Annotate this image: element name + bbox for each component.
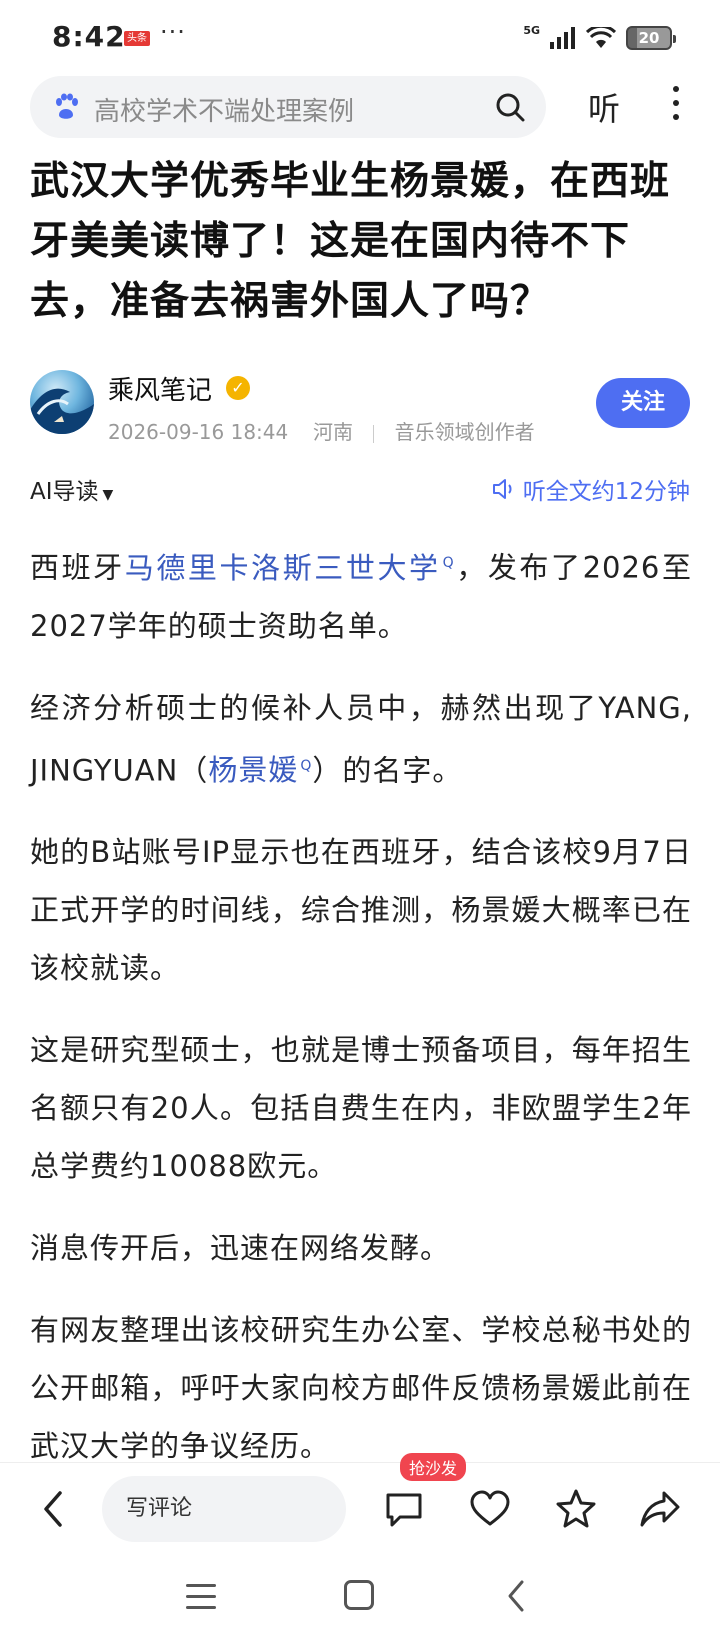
paragraph-text: ）的名字。 [312, 753, 463, 788]
listen-button[interactable]: 听 [588, 84, 620, 130]
paragraph-3: 她的B站账号IP显示也在西班牙，结合该校9月7日正式开学的时间线，综合推测，杨景… [30, 835, 692, 986]
comment-button[interactable] [382, 1487, 426, 1531]
star-icon [556, 1489, 596, 1528]
search-input[interactable]: 高校学术不端处理案例 [30, 76, 546, 138]
status-bar: 8:42 头条 ··· 5G 20 [0, 0, 720, 76]
back-arrow-icon[interactable] [38, 1489, 68, 1529]
avatar[interactable] [30, 370, 94, 434]
more-icon[interactable] [668, 86, 684, 126]
system-back-icon[interactable] [504, 1576, 528, 1616]
paragraph-text: 西班牙 [30, 550, 125, 585]
speaker-icon [492, 479, 512, 499]
author-role: 音乐领域创作者 [394, 420, 535, 444]
publish-datetime: 2026-09-16 18:44 [108, 420, 289, 444]
search-link-icon: Q [442, 555, 455, 571]
search-placeholder: 高校学术不端处理案例 [94, 97, 355, 127]
search-row: 高校学术不端处理案例 听 [0, 76, 720, 138]
like-button[interactable] [468, 1487, 512, 1531]
recent-apps-button[interactable] [186, 1584, 216, 1610]
baidu-paw-icon [56, 93, 78, 119]
ai-guide-label: AI导读 [30, 479, 99, 505]
link-text: 马德里卡洛斯三世大学 [124, 550, 441, 585]
heart-icon [470, 1490, 510, 1526]
paragraph-4: 这是研究型硕士，也就是博士预备项目，每年招生名额只有20人。包括自费生在内，非欧… [30, 1033, 692, 1184]
home-button[interactable] [344, 1580, 374, 1610]
app-badge: 头条 [124, 31, 150, 46]
author-meta: 2026-09-16 18:44 河南 音乐领域创作者 [108, 416, 535, 445]
favorite-button[interactable] [554, 1487, 598, 1531]
status-indicators: 5G 20 [523, 23, 676, 52]
university-link[interactable]: 马德里卡洛斯三世大学 Q [125, 551, 455, 585]
paragraph-1: 西班牙马德里卡洛斯三世大学 Q，发布了2026至2027学年的硕士资助名单。 [30, 534, 692, 655]
wifi-icon [586, 27, 616, 48]
follow-button[interactable]: 关注 [596, 378, 690, 428]
signal-icon [550, 27, 575, 49]
author-name[interactable]: 乘风笔记 [108, 370, 212, 407]
share-button[interactable] [638, 1487, 682, 1531]
verified-icon: ✓ [226, 376, 250, 400]
article-title: 武汉大学优秀毕业生杨景媛，在西班牙美美读博了！这是在国内待不下去，准备去祸害外国… [30, 159, 671, 324]
ai-guide-row: AI导读 ▼ 听全文约12分钟 [30, 472, 690, 506]
comment-icon [386, 1493, 422, 1527]
search-link-icon: Q [300, 757, 313, 774]
author-row: 乘风笔记 ✓ 2026-09-16 18:44 河南 音乐领域创作者 关注 [30, 370, 690, 444]
comment-input[interactable]: 写评论 [102, 1476, 346, 1542]
caret-down-icon: ▼ [102, 487, 114, 503]
link-text: 杨景媛 [208, 753, 299, 788]
status-more-dots: ··· [160, 18, 186, 46]
listen-full-button[interactable]: 听全文约12分钟 [491, 472, 690, 506]
network-type: 5G [523, 23, 540, 37]
action-bar: 写评论 抢沙发 [0, 1453, 720, 1556]
share-icon [640, 1491, 680, 1527]
author-location: 河南 [312, 420, 353, 444]
paragraph-2: 经济分析硕士的候补人员中，赫然出现了YANG, JINGYUAN（杨景媛 Q）的名… [30, 679, 692, 800]
search-icon[interactable] [494, 91, 526, 123]
ai-guide-dropdown[interactable]: AI导读 ▼ [30, 472, 113, 506]
battery-indicator: 20 [626, 26, 676, 50]
paragraph-6: 有网友整理出该校研究生办公室、学校总秘书处的公开邮箱，呼吁大家向校方邮件反馈杨景… [30, 1313, 692, 1464]
article-body: 西班牙马德里卡洛斯三世大学 Q，发布了2026至2027学年的硕士资助名单。 经济… [30, 534, 692, 1499]
person-link[interactable]: 杨景媛 Q [208, 753, 312, 787]
wave-avatar-image [30, 388, 94, 434]
status-time: 8:42 [52, 20, 126, 53]
system-nav-bar [0, 1556, 720, 1640]
sofa-badge: 抢沙发 [400, 1453, 467, 1481]
paragraph-5: 消息传开后，迅速在网络发酵。 [30, 1231, 451, 1266]
listen-full-label: 听全文约12分钟 [522, 479, 690, 505]
